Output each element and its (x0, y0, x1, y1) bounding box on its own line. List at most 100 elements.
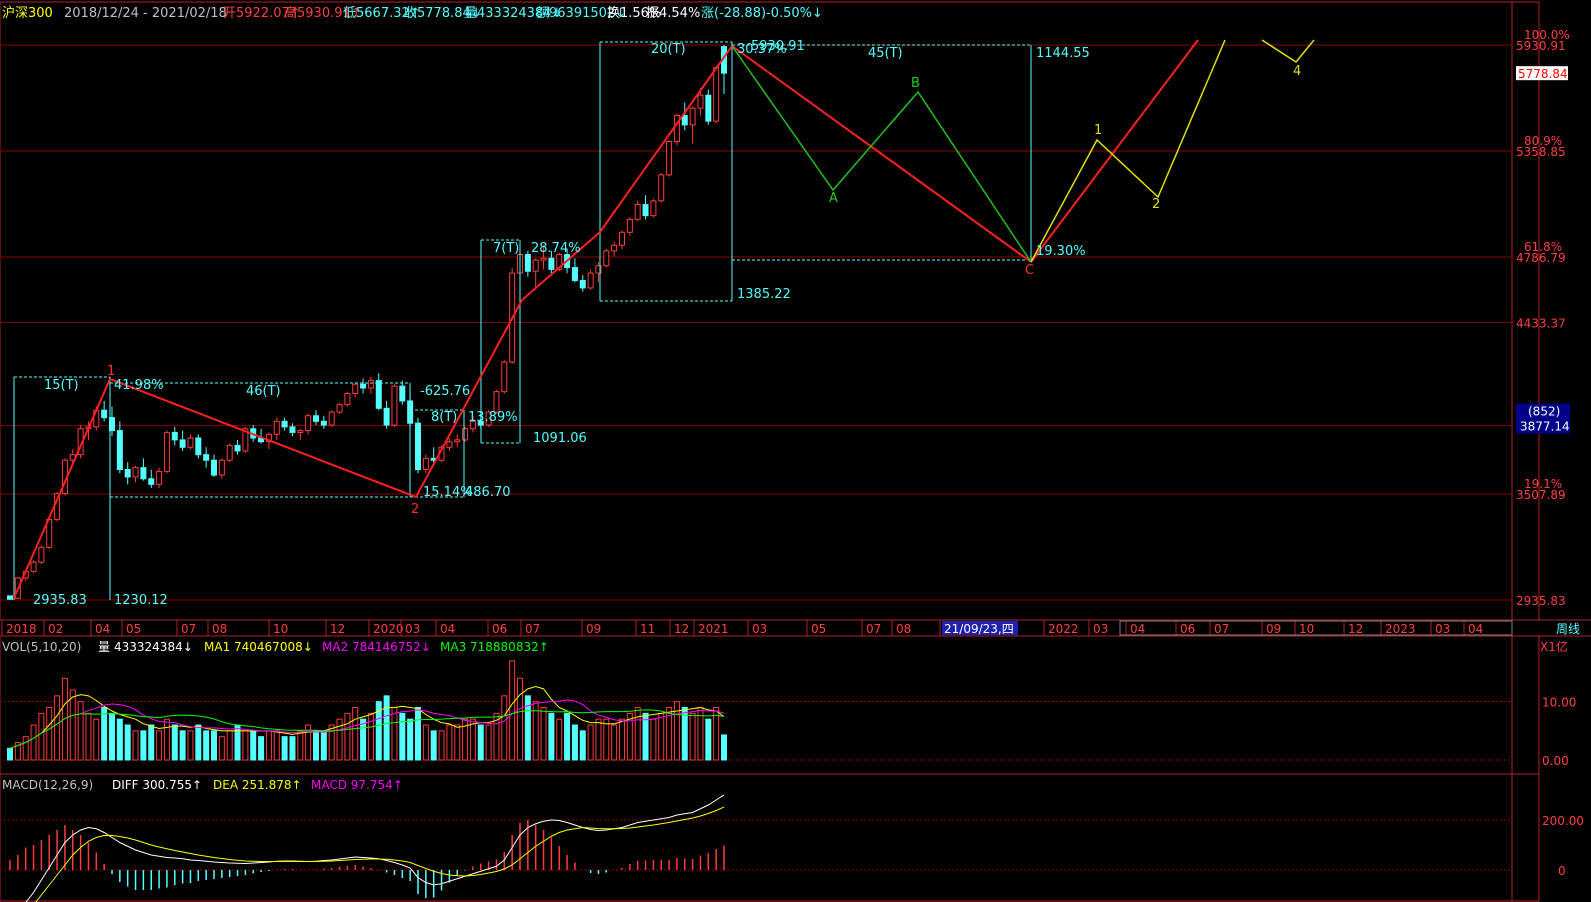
candle-body (689, 107, 696, 126)
candle-body (713, 66, 720, 122)
candle-body (344, 393, 351, 406)
index-name[interactable]: 沪深300 (2, 5, 53, 21)
candle-body (579, 280, 586, 289)
crosshair-box-value: 3877.14 (1520, 420, 1570, 434)
candle-body (399, 385, 406, 402)
time-tick-label: 07 (866, 622, 881, 636)
quote-items: 开5922.07↑高5930.91↑低5667.32↑收5778.84↓量433… (223, 5, 823, 21)
volume-bar (391, 707, 398, 761)
fib-pct-label: 80.9% (1524, 134, 1562, 148)
candle-body (422, 457, 429, 471)
volume-bar (360, 718, 367, 761)
candle-body (281, 420, 288, 428)
volume-bar (281, 736, 288, 761)
wave-point-label: C (1025, 263, 1034, 278)
volume-bar (540, 707, 547, 761)
volume-bar (352, 707, 359, 761)
volume-bar (469, 718, 476, 761)
price-axis: 5930.91100.0%5358.8580.9%4786.7961.8%443… (1516, 28, 1570, 608)
volume-bar (650, 718, 657, 761)
volume-bar (587, 724, 594, 761)
candle-body (320, 420, 327, 426)
time-tick-label: 07 (181, 622, 196, 636)
volume-bar (109, 712, 115, 761)
stat-label: 5930.91 (751, 39, 805, 54)
time-tick-label: 06 (492, 622, 507, 636)
candle-body (626, 218, 633, 233)
volume-bar (77, 701, 84, 761)
volume-bar (203, 730, 210, 761)
time-tick-label: 06 (1180, 622, 1195, 636)
candle-body (611, 244, 618, 252)
wave-point-label: 1 (107, 364, 115, 379)
volume-bar (344, 712, 351, 761)
candle-body (187, 437, 194, 448)
volume-bar (163, 718, 170, 761)
volume-bar (30, 724, 37, 761)
candle-body (493, 391, 500, 413)
volume-bar (438, 730, 445, 761)
candle-body (179, 439, 186, 448)
volume-bar (658, 712, 665, 761)
price-panel[interactable]: 5930.91100.0%5358.8580.9%4786.7961.8%443… (0, 1, 1570, 621)
volume-bar (187, 730, 194, 761)
candle-body (101, 409, 108, 419)
wave-point-label: 2 (411, 502, 419, 517)
candle-body (587, 272, 594, 289)
volume-bar (242, 730, 249, 761)
time-tick-label: 07 (1214, 622, 1229, 636)
candle-body (391, 385, 398, 426)
stock-chart[interactable]: 沪深300 2018/12/24 - 2021/02/18 开5922.07↑高… (0, 0, 1591, 902)
svg-text:量: 量 (98, 640, 110, 654)
candle-body (603, 250, 610, 267)
wave-point-label: A (829, 191, 838, 206)
candle-body (297, 430, 304, 433)
volume-bar (313, 730, 319, 761)
volume-bar (556, 718, 563, 761)
fib-pct-label: 19.1% (1524, 477, 1562, 491)
volume-bar (101, 707, 108, 761)
volume-bar (211, 730, 217, 761)
time-tick-label: 03 (405, 622, 420, 636)
wave-drawings: 15(T) 41.98% 46(T) -625.76 1230.12 2935.83 8(T… (13, 39, 1315, 608)
wave-impulse-line (1261, 39, 1315, 63)
candle-body (619, 231, 625, 246)
time-tick-label: 21/09/23,四 (944, 622, 1014, 636)
candle-body (446, 441, 453, 448)
volume-bar (195, 724, 202, 761)
volume-bar (399, 712, 406, 761)
macd-panel[interactable]: MACD(12,26,9) DIFF 300.755↑ DEA 251.878↑… (0, 773, 1584, 902)
trend-line (731, 45, 1032, 263)
svg-text:VOL(5,10,20): VOL(5,10,20) (2, 640, 81, 654)
candle-body (454, 439, 461, 443)
volume-bar (579, 730, 586, 761)
candle-body (218, 459, 225, 476)
period-tag[interactable]: 周线 (1556, 622, 1580, 636)
volume-bar (54, 695, 61, 761)
volume-bar (22, 736, 29, 761)
candle-body (305, 415, 312, 432)
volume-bar (7, 747, 13, 761)
volume-bar (517, 677, 523, 761)
time-tick-label: 03 (1435, 622, 1450, 636)
vol-tick-label: 0.00 (1542, 754, 1569, 768)
svg-text:MACD 97.754↑: MACD 97.754↑ (311, 778, 403, 792)
price-tick-label: 4433.37 (1516, 317, 1566, 331)
candle-body (211, 459, 217, 476)
volume-panel[interactable]: VOL(5,10,20) 量 433324384↓ MA1 740467008↓… (0, 635, 1576, 775)
stat-label: 41.98% (114, 378, 164, 393)
volume-bar (250, 730, 257, 761)
volume-bar (603, 718, 610, 761)
volume-bar (258, 736, 265, 761)
vol-tick-label: 10.00 (1542, 696, 1576, 710)
date-range: 2018/12/24 - 2021/02/18 (64, 6, 227, 21)
volume-bar (477, 724, 484, 761)
candle-body (116, 430, 123, 471)
volume-bar (485, 724, 492, 761)
stat-label: 20(T) (651, 42, 686, 57)
volume-bar (124, 724, 131, 761)
time-tick-label: 2021 (698, 622, 729, 636)
stat-label: 7(T) (493, 241, 519, 256)
price-tick-label: 2935.83 (1516, 594, 1566, 608)
volume-bar (501, 695, 508, 761)
